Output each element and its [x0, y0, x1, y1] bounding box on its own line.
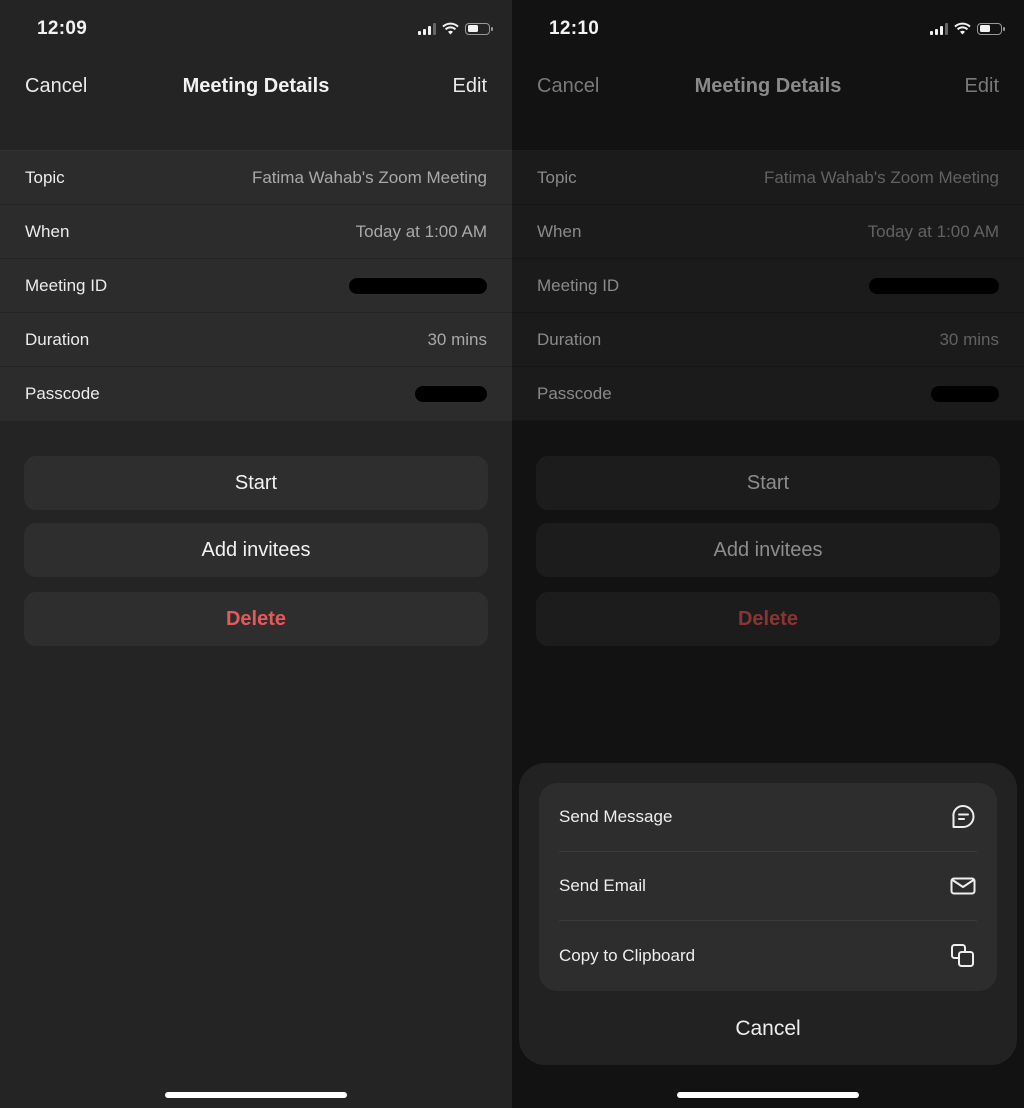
copy-icon [951, 943, 974, 967]
navigation-bar: Cancel Meeting Details Edit [0, 68, 512, 106]
detail-row-topic: Topic Fatima Wahab's Zoom Meeting [0, 151, 512, 205]
wifi-icon [954, 22, 971, 35]
meeting-details-screen-with-invite-sheet: 12:10 Cancel Meeting Details Edit Topic … [512, 0, 1024, 1108]
battery-icon [465, 22, 493, 35]
redaction-mark [349, 277, 487, 294]
redaction-mark [415, 386, 487, 402]
navigation-bar: Cancel Meeting Details Edit [512, 68, 1024, 106]
wifi-icon [442, 22, 459, 35]
detail-label: Passcode [25, 384, 100, 403]
meeting-details-list: Topic Fatima Wahab's Zoom Meeting When T… [0, 150, 512, 421]
detail-label: Meeting ID [537, 275, 620, 295]
action-sheet-options: Send Message Send Email Copy to Clipboar… [539, 783, 997, 991]
detail-row-meeting-id: Meeting ID [0, 259, 512, 313]
home-indicator[interactable] [677, 1092, 859, 1098]
detail-value: Today at 1:00 AM [355, 221, 487, 241]
detail-value: Fatima Wahab's Zoom Meeting [763, 167, 999, 187]
add-invitees-button[interactable]: Add invitees [24, 523, 488, 577]
detail-row-when: When Today at 1:00 AM [512, 205, 1024, 259]
detail-value: Fatima Wahab's Zoom Meeting [251, 167, 487, 187]
detail-row-topic: Topic Fatima Wahab's Zoom Meeting [512, 151, 1024, 205]
message-bubble-icon [952, 804, 975, 828]
redaction-mark [869, 277, 999, 294]
detail-label: When [25, 221, 70, 241]
action-sheet-cancel-button[interactable]: Cancel [519, 1001, 1017, 1057]
cancel-button[interactable]: Cancel [25, 75, 87, 98]
cancel-button[interactable]: Cancel [537, 75, 599, 98]
detail-label: Meeting ID [25, 275, 108, 295]
detail-row-passcode: Passcode [0, 367, 512, 421]
detail-label: Topic [25, 167, 65, 187]
detail-value: 30 mins [939, 329, 999, 349]
edit-button[interactable]: Edit [453, 75, 487, 98]
status-bar: 12:10 [512, 0, 1024, 60]
edit-button[interactable]: Edit [965, 75, 999, 98]
detail-label: Topic [537, 167, 577, 187]
detail-label: Duration [25, 329, 90, 349]
send-message-option[interactable]: Send Message [559, 783, 977, 852]
detail-label: When [537, 221, 582, 241]
delete-button[interactable]: Delete [24, 592, 488, 646]
delete-button[interactable]: Delete [536, 592, 1000, 646]
detail-label: Duration [537, 329, 602, 349]
detail-row-duration: Duration 30 mins [512, 313, 1024, 367]
meeting-details-list: Topic Fatima Wahab's Zoom Meeting When T… [512, 150, 1024, 421]
battery-icon [977, 22, 1005, 35]
detail-value: 30 mins [427, 329, 487, 349]
detail-value: Today at 1:00 AM [867, 221, 999, 241]
detail-row-passcode: Passcode [512, 367, 1024, 421]
envelope-icon [950, 877, 976, 895]
detail-row-duration: Duration 30 mins [0, 313, 512, 367]
status-time: 12:10 [549, 18, 600, 39]
option-label: Copy to Clipboard [559, 945, 696, 965]
cellular-signal-icon [418, 22, 436, 35]
add-invitees-button[interactable]: Add invitees [536, 523, 1000, 577]
start-button[interactable]: Start [24, 456, 488, 510]
detail-row-meeting-id: Meeting ID [512, 259, 1024, 313]
detail-row-when: When Today at 1:00 AM [0, 205, 512, 259]
invite-action-sheet: Send Message Send Email Copy to Clipboar… [519, 763, 1017, 1065]
send-email-option[interactable]: Send Email [559, 852, 977, 921]
status-time: 12:09 [37, 18, 88, 39]
home-indicator[interactable] [165, 1092, 347, 1098]
copy-to-clipboard-option[interactable]: Copy to Clipboard [559, 921, 977, 990]
option-label: Send Email [559, 876, 646, 895]
status-bar: 12:09 [0, 0, 512, 60]
detail-label: Passcode [537, 383, 612, 403]
redaction-mark [931, 385, 999, 402]
start-button[interactable]: Start [536, 456, 1000, 510]
option-label: Send Message [559, 807, 673, 826]
meeting-details-screen: 12:09 Cancel Meeting Details Edit Topic … [0, 0, 512, 1108]
cellular-signal-icon [930, 22, 948, 35]
